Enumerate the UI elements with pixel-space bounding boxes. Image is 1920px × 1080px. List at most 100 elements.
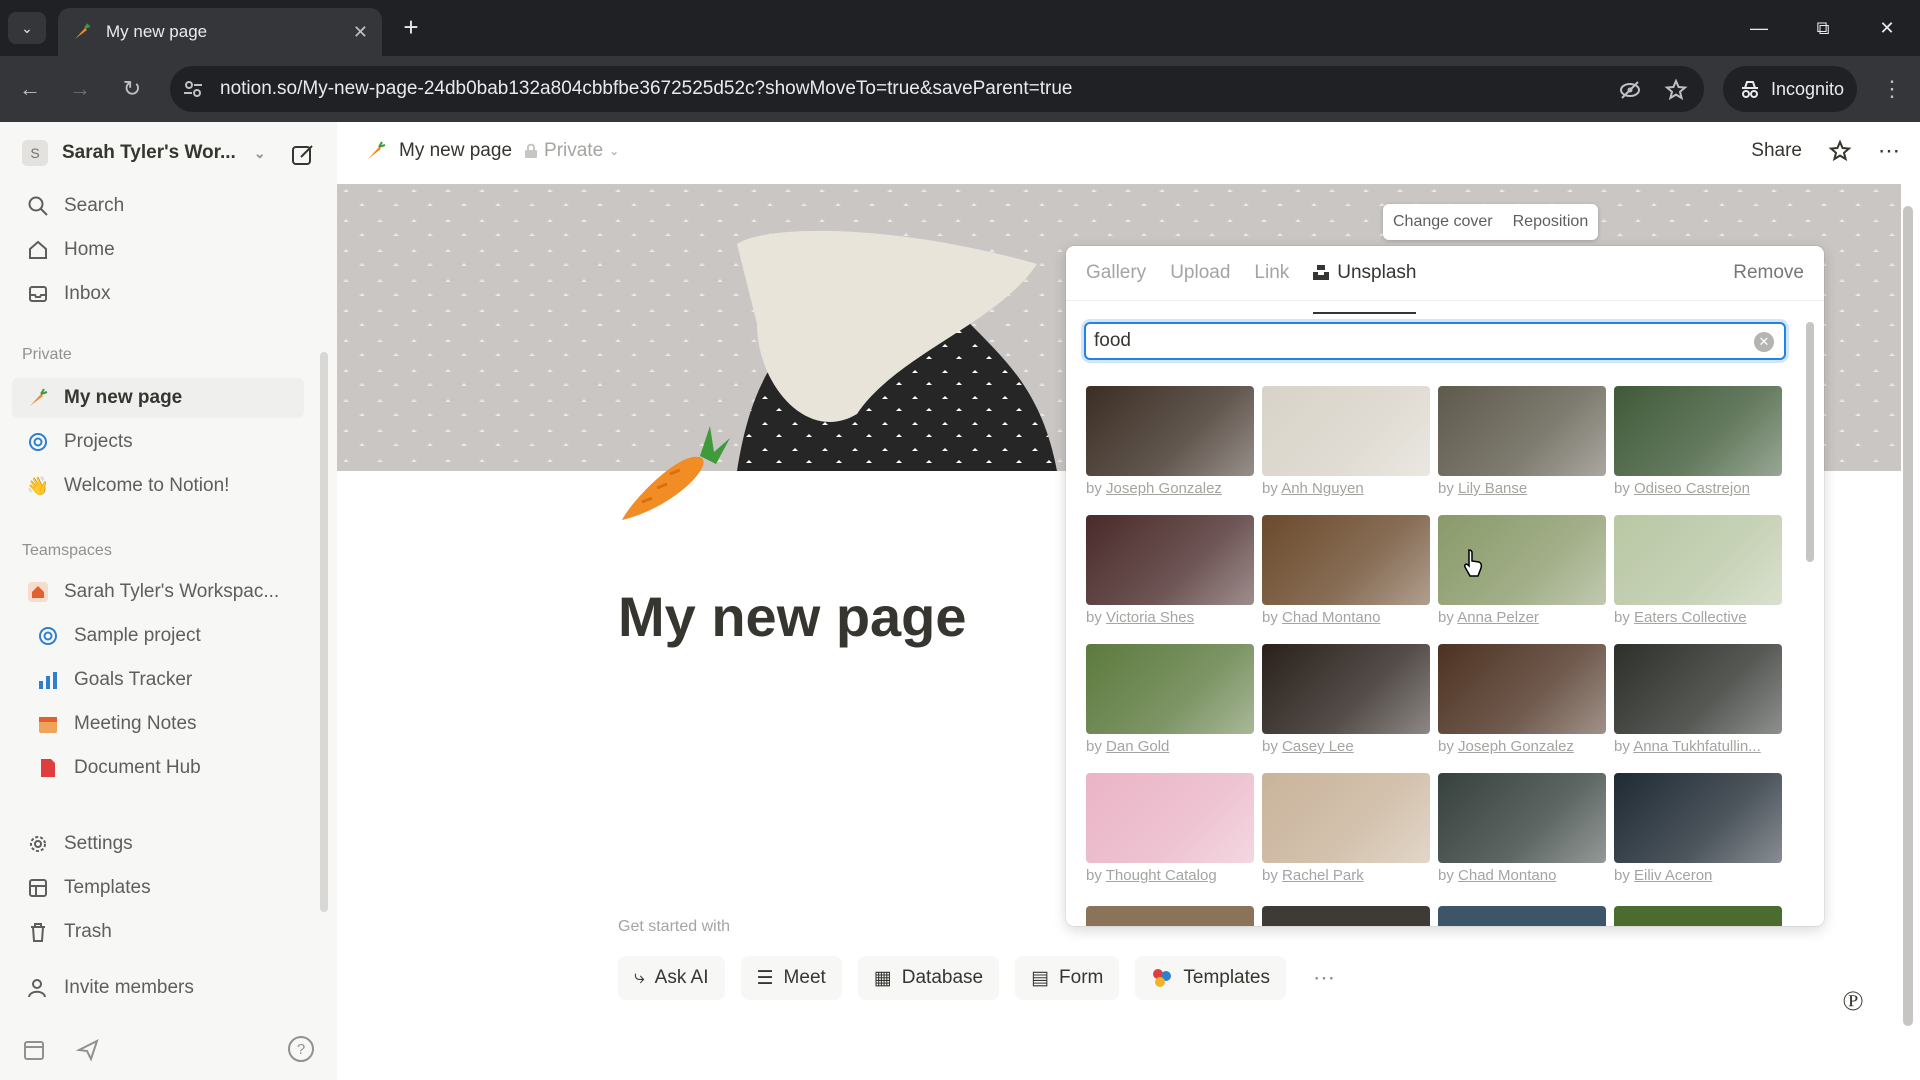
reposition-button[interactable]: Reposition xyxy=(1503,204,1599,240)
share-button[interactable]: Share xyxy=(1751,140,1802,162)
sidebar-item-teamspace[interactable]: Sarah Tyler's Workspac... xyxy=(12,572,304,612)
sidebar-scrollbar[interactable] xyxy=(320,352,328,912)
photo-card[interactable]: by Anh Nguyen xyxy=(1262,386,1430,515)
main-scrollbar[interactable] xyxy=(1903,206,1913,1026)
photo-thumbnail[interactable] xyxy=(1086,386,1254,476)
browser-tab[interactable]: My new page ✕ xyxy=(58,8,382,56)
sidebar-item-goals-tracker[interactable]: Goals Tracker xyxy=(12,660,304,700)
photo-thumbnail-partial[interactable] xyxy=(1438,906,1606,926)
photo-card[interactable]: by Joseph Gonzalez xyxy=(1086,386,1254,515)
minimize-button[interactable]: — xyxy=(1736,10,1782,46)
sidebar-home[interactable]: Home xyxy=(12,230,304,270)
photo-thumbnail[interactable] xyxy=(1262,515,1430,605)
photo-card[interactable]: by Anna Tukhfatullin... xyxy=(1614,644,1782,773)
sidebar-search[interactable]: Search xyxy=(12,186,304,226)
photo-card[interactable]: by Lily Banse xyxy=(1438,386,1606,515)
more-actions-icon[interactable]: ⋯ xyxy=(1302,956,1346,1000)
sidebar-item-document-hub[interactable]: Document Hub xyxy=(12,748,304,788)
photographer-link[interactable]: Anh Nguyen xyxy=(1281,480,1364,497)
change-cover-button[interactable]: Change cover xyxy=(1383,204,1503,240)
photo-thumbnail[interactable] xyxy=(1438,386,1606,476)
address-bar[interactable]: notion.so/My-new-page-24db0bab132a804cbb… xyxy=(170,66,1704,112)
photo-card[interactable]: by Eiliv Aceron xyxy=(1614,773,1782,902)
sidebar-item-welcome[interactable]: 👋 Welcome to Notion! xyxy=(12,466,304,506)
close-tab-icon[interactable]: ✕ xyxy=(353,22,368,43)
photo-thumbnail[interactable] xyxy=(1438,644,1606,734)
teamspaces-heading[interactable]: Teamspaces xyxy=(22,542,112,560)
tab-upload[interactable]: Upload xyxy=(1170,262,1230,314)
photo-card[interactable]: by Chad Montano xyxy=(1262,515,1430,644)
incognito-badge[interactable]: Incognito xyxy=(1723,66,1857,112)
remove-cover-button[interactable]: Remove xyxy=(1733,262,1804,284)
photo-card[interactable]: by Chad Montano xyxy=(1438,773,1606,902)
sidebar-item-sample-project[interactable]: Sample project xyxy=(12,616,304,656)
photographer-link[interactable]: Joseph Gonzalez xyxy=(1458,738,1574,755)
sidebar-item-invite[interactable]: Invite members xyxy=(12,968,304,1008)
photo-thumbnail[interactable] xyxy=(1614,515,1782,605)
photo-thumbnail-partial[interactable] xyxy=(1614,906,1782,926)
photographer-link[interactable]: Chad Montano xyxy=(1282,609,1380,626)
photographer-link[interactable]: Odiseo Castrejon xyxy=(1634,480,1750,497)
photo-thumbnail[interactable] xyxy=(1262,644,1430,734)
photo-thumbnail[interactable] xyxy=(1086,515,1254,605)
photographer-link[interactable]: Joseph Gonzalez xyxy=(1106,480,1222,497)
photo-thumbnail-partial[interactable] xyxy=(1262,906,1430,926)
photographer-link[interactable]: Lily Banse xyxy=(1458,480,1527,497)
sidebar-item-meeting-notes[interactable]: Meeting Notes xyxy=(12,704,304,744)
more-options-icon[interactable]: ⋯ xyxy=(1878,138,1900,164)
unsplash-search-input[interactable]: food ✕ xyxy=(1084,322,1786,360)
photo-thumbnail[interactable] xyxy=(1086,773,1254,863)
photo-thumbnail[interactable] xyxy=(1086,644,1254,734)
back-button[interactable]: ← xyxy=(14,73,46,105)
database-button[interactable]: ▦ Database xyxy=(857,956,1000,1000)
photo-card[interactable]: by Casey Lee xyxy=(1262,644,1430,773)
popup-scrollbar[interactable] xyxy=(1806,322,1814,562)
photo-thumbnail[interactable] xyxy=(1262,386,1430,476)
photo-thumbnail[interactable] xyxy=(1614,386,1782,476)
photo-thumbnail-partial[interactable] xyxy=(1086,906,1254,926)
send-icon[interactable] xyxy=(75,1038,102,1064)
photographer-link[interactable]: Rachel Park xyxy=(1282,867,1364,884)
eye-off-icon[interactable] xyxy=(1618,78,1642,102)
sidebar-item-projects[interactable]: Projects xyxy=(12,422,304,462)
restore-button[interactable]: ⧉ xyxy=(1800,10,1846,46)
photographer-link[interactable]: Eiliv Aceron xyxy=(1634,867,1712,884)
sidebar-item-templates[interactable]: Templates xyxy=(12,868,304,908)
new-tab-button[interactable]: + xyxy=(396,12,426,42)
photographer-link[interactable]: Casey Lee xyxy=(1282,738,1354,755)
clear-search-icon[interactable]: ✕ xyxy=(1754,332,1774,352)
photo-card[interactable]: by Rachel Park xyxy=(1262,773,1430,902)
photo-card[interactable]: by Eaters Collective xyxy=(1614,515,1782,644)
favorite-star-icon[interactable] xyxy=(1828,139,1852,163)
ask-ai-button[interactable]: ⤷ Ask AI xyxy=(618,956,725,1000)
sidebar-inbox[interactable]: Inbox xyxy=(12,274,304,314)
site-info-icon[interactable] xyxy=(182,78,204,100)
new-page-icon[interactable] xyxy=(290,142,316,168)
workspace-switcher[interactable]: S Sarah Tyler's Wor... ⌄ xyxy=(22,140,266,166)
sidebar-item-trash[interactable]: Trash xyxy=(12,912,304,952)
templates-button[interactable]: Templates xyxy=(1135,956,1286,1000)
photo-thumbnail[interactable] xyxy=(1614,644,1782,734)
privacy-indicator[interactable]: Private ⌄ xyxy=(524,140,619,162)
sidebar-item-settings[interactable]: Settings xyxy=(12,824,304,864)
photo-thumbnail[interactable] xyxy=(1262,773,1430,863)
photographer-link[interactable]: Anna Tukhfatullin... xyxy=(1633,738,1761,755)
sidebar-item-my-new-page[interactable]: My new page xyxy=(12,378,304,418)
form-button[interactable]: ▤ Form xyxy=(1015,956,1120,1000)
photo-thumbnail[interactable] xyxy=(1438,773,1606,863)
tab-link[interactable]: Link xyxy=(1254,262,1289,314)
photo-card[interactable]: by Thought Catalog xyxy=(1086,773,1254,902)
photographer-link[interactable]: Dan Gold xyxy=(1106,738,1169,755)
photo-card[interactable]: by Dan Gold xyxy=(1086,644,1254,773)
calendar-app-icon[interactable] xyxy=(22,1038,48,1064)
photo-thumbnail[interactable] xyxy=(1614,773,1782,863)
help-icon[interactable]: ? xyxy=(288,1036,314,1062)
photo-card[interactable]: by Joseph Gonzalez xyxy=(1438,644,1606,773)
forward-button[interactable]: → xyxy=(64,73,96,105)
page-carrot-icon[interactable] xyxy=(612,408,732,528)
photographer-link[interactable]: Victoria Shes xyxy=(1106,609,1194,626)
tab-search-button[interactable]: ⌄ xyxy=(8,12,46,44)
photo-card[interactable]: by Victoria Shes xyxy=(1086,515,1254,644)
meet-button[interactable]: ☰ Meet xyxy=(740,956,842,1000)
close-window-button[interactable]: ✕ xyxy=(1864,10,1910,46)
